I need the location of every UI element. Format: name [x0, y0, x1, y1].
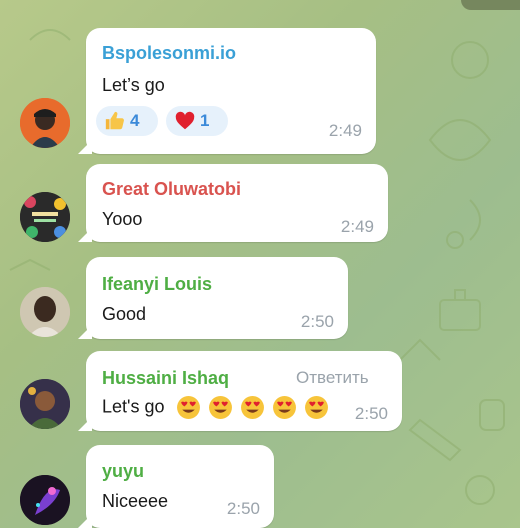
reply-button[interactable]: Ответить: [296, 368, 369, 388]
avatar-image: [20, 379, 70, 429]
avatar-image: [20, 192, 70, 242]
message-text: Good: [102, 304, 147, 324]
heart-eyes-emoji-icon: [304, 396, 328, 419]
message-text: Let’s go: [102, 75, 165, 95]
heart-eyes-emoji-icon: [272, 396, 296, 419]
avatar-image: [20, 475, 70, 525]
sender-name[interactable]: Great Oluwatobi: [102, 179, 241, 200]
message-text: Yooo: [102, 209, 143, 229]
heart-eyes-emoji-icon: [208, 396, 232, 419]
avatar[interactable]: [20, 287, 70, 337]
message-text: Let's go: [102, 395, 336, 420]
reaction-thumbs-up[interactable]: 4: [96, 106, 158, 136]
reaction-count: 4: [130, 111, 140, 130]
avatar[interactable]: [20, 192, 70, 242]
message-time: 2:50: [226, 499, 260, 518]
avatar[interactable]: [20, 379, 70, 429]
sender-name[interactable]: Bspolesonmi.io: [102, 43, 236, 64]
message-text-content: Let's go: [102, 396, 165, 417]
sender-name[interactable]: yuyu: [102, 461, 144, 482]
message-bubble[interactable]: yuyu Niceeee 2:50: [86, 445, 274, 528]
message-bubble[interactable]: Bspolesonmi.io Let’s go 4 1 2:49: [86, 28, 376, 154]
avatar-image: [20, 287, 70, 337]
message-time: 2:49: [328, 121, 362, 140]
reaction-heart[interactable]: 1: [166, 106, 228, 136]
message-bubble[interactable]: Ifeanyi Louis Good 2:50: [86, 257, 348, 339]
sender-name[interactable]: Ifeanyi Louis: [102, 274, 212, 295]
thumbs-up-icon: [105, 111, 124, 130]
message-text: Niceeee: [102, 491, 169, 511]
emoji-row: [176, 395, 336, 420]
reaction-count: 1: [200, 111, 210, 130]
avatar[interactable]: [20, 475, 70, 525]
avatar-image: [20, 98, 70, 148]
avatar[interactable]: [20, 98, 70, 148]
date-badge: Ha: [461, 0, 520, 10]
date-badge-label: Ha: [477, 0, 492, 2]
message-bubble[interactable]: Hussaini Ishaq Ответить Let's go 2:50: [86, 351, 402, 431]
heart-eyes-emoji-icon: [240, 396, 264, 419]
sender-name[interactable]: Hussaini Ishaq: [102, 368, 229, 389]
message-time: 2:49: [340, 217, 374, 236]
message-time: 2:50: [354, 404, 388, 423]
heart-icon: [175, 111, 195, 130]
message-time: 2:50: [300, 312, 334, 331]
message-bubble[interactable]: Great Oluwatobi Yooo 2:49: [86, 164, 388, 242]
heart-eyes-emoji-icon: [176, 396, 200, 419]
